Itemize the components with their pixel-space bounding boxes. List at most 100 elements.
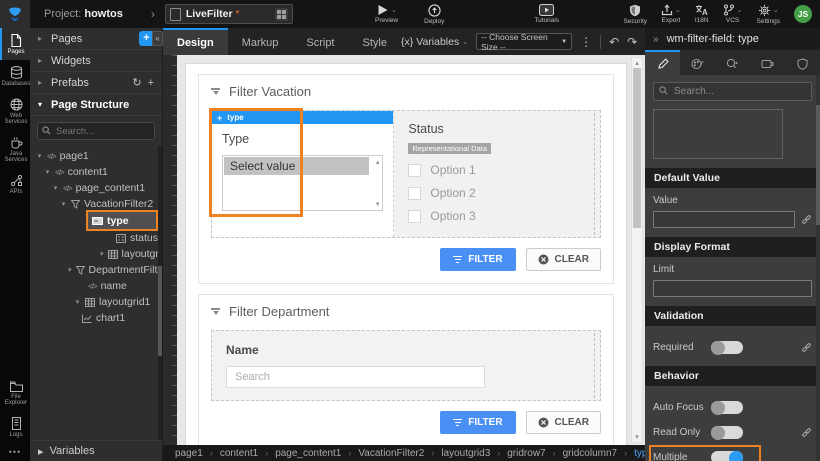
rail-item-java-services[interactable]: Java Services bbox=[0, 130, 30, 168]
name-search-input[interactable] bbox=[226, 366, 485, 388]
settings-button[interactable]: ⌄ Settings bbox=[757, 4, 781, 25]
i18n-button[interactable]: A I18N bbox=[695, 4, 709, 24]
canvas-scrollbar[interactable]: ▴ ▾ bbox=[631, 57, 643, 443]
tree-item-layoutgrid3[interactable]: ▾ layoutgrid3 bbox=[30, 246, 162, 262]
checkbox[interactable] bbox=[408, 210, 421, 223]
status-option-row[interactable]: Option 3 bbox=[408, 209, 586, 223]
tab-markup[interactable]: Markup bbox=[228, 28, 293, 55]
section-page-structure[interactable]: ▾ Page Structure bbox=[30, 94, 162, 116]
tree-item-content1[interactable]: ▾ </> content1 bbox=[30, 164, 162, 180]
user-avatar[interactable]: JS bbox=[794, 5, 812, 23]
checkbox[interactable] bbox=[408, 187, 421, 200]
page-surface[interactable]: Filter Vacation + type Type Select va bbox=[185, 63, 627, 445]
section-variables[interactable]: ▸ Variables bbox=[30, 440, 162, 461]
selected-widget-header[interactable]: + type bbox=[212, 111, 393, 124]
redo-icon[interactable]: ↷ bbox=[627, 35, 637, 49]
status-field-column[interactable]: Status Representational Data Option 1 Op… bbox=[394, 111, 600, 237]
auto-focus-toggle[interactable] bbox=[711, 401, 743, 414]
caret-down-icon[interactable]: ▾ bbox=[68, 266, 72, 274]
rail-item-web-services[interactable]: Web Services bbox=[0, 92, 30, 130]
section-widgets[interactable]: ▸ Widgets bbox=[30, 50, 162, 72]
select-value-option[interactable]: Select value bbox=[224, 157, 369, 175]
section-prefabs[interactable]: ▸ Prefabs ↻ + bbox=[30, 72, 162, 94]
bind-property-icon[interactable] bbox=[801, 427, 812, 438]
rail-more-icon[interactable]: ••• bbox=[0, 443, 30, 461]
caret-down-icon[interactable]: ▾ bbox=[74, 298, 81, 306]
limit-input[interactable] bbox=[653, 280, 812, 297]
tab-properties[interactable] bbox=[645, 50, 680, 75]
crumb-layoutgrid3[interactable]: layoutgrid3 bbox=[441, 448, 490, 459]
collapse-panel-icon[interactable]: « bbox=[152, 31, 163, 46]
crumb-page_content1[interactable]: page_content1 bbox=[275, 448, 341, 459]
tab-script[interactable]: Script bbox=[292, 28, 348, 55]
screen-size-select[interactable]: -- Choose Screen Size -- ▼ bbox=[476, 33, 572, 50]
pages-grid-icon[interactable] bbox=[275, 8, 288, 21]
caret-down-icon[interactable]: ▾ bbox=[52, 184, 59, 192]
bind-property-icon[interactable] bbox=[801, 342, 812, 353]
crumb-gridrow7[interactable]: gridrow7 bbox=[507, 448, 545, 459]
filter-vacation-header[interactable]: Filter Vacation bbox=[199, 75, 613, 108]
clear-button[interactable]: CLEAR bbox=[526, 411, 601, 434]
bind-property-icon[interactable] bbox=[801, 214, 812, 225]
scroll-up-icon[interactable]: ▴ bbox=[632, 59, 642, 67]
tree-item-departmentfilter1[interactable]: ▾ DepartmentFilter1 bbox=[30, 262, 162, 278]
tab-style[interactable]: Style bbox=[349, 28, 401, 55]
type-field-column[interactable]: + type Type Select value ▴ ▾ bbox=[212, 111, 394, 237]
caret-down-icon[interactable]: ▾ bbox=[100, 250, 104, 258]
filter-button[interactable]: FILTER bbox=[440, 248, 515, 271]
refresh-prefabs-icon[interactable]: ↻ bbox=[132, 76, 141, 89]
scroll-down-icon[interactable]: ▾ bbox=[632, 433, 642, 441]
collapse-panel-icon[interactable] bbox=[211, 307, 220, 316]
tree-item-page1[interactable]: ▾ </> page1 bbox=[30, 148, 162, 164]
security-button[interactable]: Security bbox=[624, 4, 647, 25]
section-pages[interactable]: ▸ Pages + « bbox=[30, 28, 162, 50]
export-button[interactable]: ⌄ Export bbox=[661, 4, 681, 24]
add-prefab-icon[interactable]: + bbox=[148, 77, 154, 89]
variables-menu[interactable]: {x} Variables ⌄ bbox=[401, 36, 468, 48]
scroll-down-icon[interactable]: ▾ bbox=[376, 200, 380, 208]
tree-item-page_content1[interactable]: ▾ </> page_content1 bbox=[30, 180, 162, 196]
wavemaker-logo[interactable] bbox=[0, 0, 30, 28]
tree-item-vacationfilter2[interactable]: ▾ VacationFilter2 bbox=[30, 196, 162, 212]
status-option-row[interactable]: Option 2 bbox=[408, 186, 586, 200]
structure-search-input[interactable] bbox=[37, 122, 155, 140]
tab-security-props[interactable] bbox=[785, 50, 820, 75]
type-select-listbox[interactable]: Select value ▴ ▾ bbox=[222, 155, 383, 211]
rail-item-logs[interactable]: Logs bbox=[0, 411, 30, 443]
collapse-panel-icon[interactable] bbox=[211, 87, 220, 96]
multiple-toggle[interactable] bbox=[711, 451, 743, 461]
scroll-up-icon[interactable]: ▴ bbox=[376, 158, 380, 166]
required-toggle[interactable] bbox=[711, 341, 743, 354]
name-field-column[interactable]: Name bbox=[211, 330, 601, 401]
expand-panel-icon[interactable]: » bbox=[653, 34, 659, 45]
tree-item-chart1[interactable]: chart1 bbox=[30, 310, 162, 326]
tab-design[interactable]: Design bbox=[163, 28, 228, 55]
tab-styles[interactable] bbox=[680, 50, 715, 75]
tutorials-button[interactable]: Tutorials bbox=[534, 4, 559, 24]
rail-item-file-explorer[interactable]: File Explorer bbox=[0, 375, 30, 411]
tree-item-status[interactable]: status bbox=[30, 230, 162, 246]
properties-scrollbar[interactable] bbox=[816, 75, 820, 461]
value-input[interactable] bbox=[653, 211, 795, 228]
tab-device[interactable] bbox=[750, 50, 785, 75]
crumb-type[interactable]: type bbox=[634, 448, 645, 459]
status-option-row[interactable]: Option 1 bbox=[408, 163, 586, 177]
crumb-gridcolumn7[interactable]: gridcolumn7 bbox=[563, 448, 617, 459]
caret-down-icon[interactable]: ▾ bbox=[44, 168, 51, 176]
vacation-gridrow[interactable]: + type Type Select value ▴ ▾ bbox=[211, 110, 601, 238]
crumb-vacationfilter2[interactable]: VacationFilter2 bbox=[358, 448, 424, 459]
checkbox[interactable] bbox=[408, 164, 421, 177]
rail-item-pages[interactable]: Pages bbox=[0, 28, 30, 60]
tree-item-layoutgrid1[interactable]: ▾ layoutgrid1 bbox=[30, 294, 162, 310]
tree-item-name[interactable]: </> name bbox=[30, 278, 162, 294]
filter-button[interactable]: FILTER bbox=[440, 411, 515, 434]
vcs-button[interactable]: ⌄ VCS bbox=[723, 4, 743, 24]
undo-icon[interactable]: ↶ bbox=[609, 35, 619, 49]
clear-button[interactable]: CLEAR bbox=[526, 248, 601, 271]
more-options-icon[interactable]: ⋮ bbox=[580, 35, 592, 49]
deploy-button[interactable]: Deploy bbox=[424, 4, 444, 25]
crumb-content1[interactable]: content1 bbox=[220, 448, 258, 459]
caret-down-icon[interactable]: ▾ bbox=[36, 152, 43, 160]
open-page-tab[interactable]: LiveFilter * bbox=[165, 4, 293, 24]
move-handle-icon[interactable]: + bbox=[217, 113, 222, 123]
